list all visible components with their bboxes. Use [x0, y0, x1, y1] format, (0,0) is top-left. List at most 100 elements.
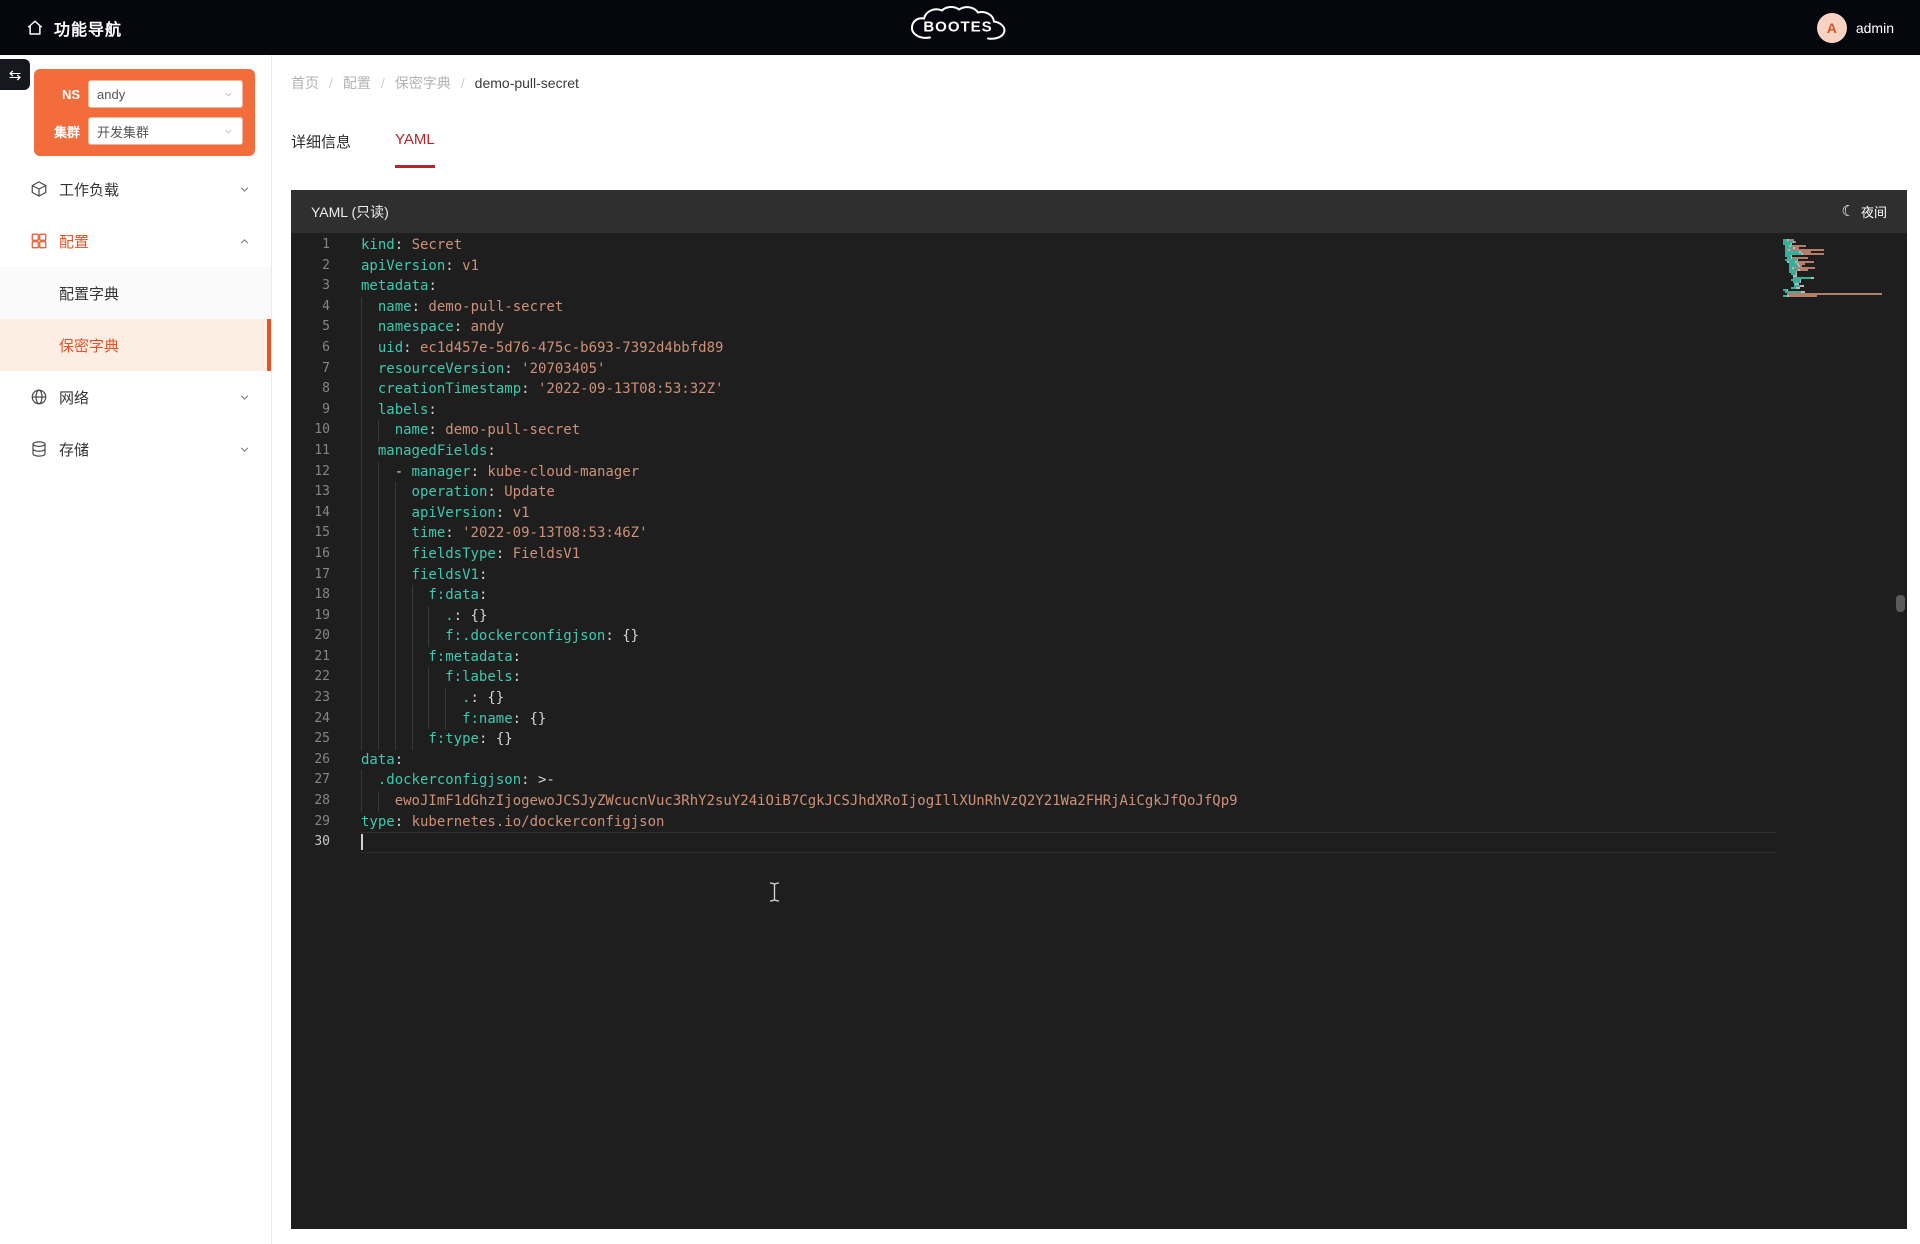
line-number: 5: [291, 317, 361, 338]
code-line: creationTimestamp: '2022-09-13T08:53:32Z…: [361, 379, 1777, 400]
code-line: resourceVersion: '20703405': [361, 359, 1777, 380]
code-line: .: {}: [361, 606, 1777, 627]
code-line: metadata:: [361, 276, 1777, 297]
sidebar-item-config[interactable]: 配置: [0, 215, 271, 267]
cluster-select[interactable]: 开发集群: [88, 117, 243, 145]
sidebar-menu: 工作负载 配置 配置字典 保密字典 网络: [0, 163, 271, 475]
line-number: 8: [291, 379, 361, 400]
line-number: 6: [291, 338, 361, 359]
line-number: 25: [291, 729, 361, 750]
main-content: 首页 配置 保密字典 demo-pull-secret 详细信息 YAML YA…: [272, 55, 1920, 1244]
code-line: fieldsV1:: [361, 565, 1777, 586]
line-number: 30: [291, 832, 361, 853]
code-line: f:name: {}: [361, 709, 1777, 730]
tab-details[interactable]: 详细信息: [291, 131, 351, 168]
chevron-up-icon: [238, 235, 251, 248]
code-line: name: demo-pull-secret: [361, 420, 1777, 441]
code-line: .: {}: [361, 688, 1777, 709]
line-number: 27: [291, 770, 361, 791]
home-icon: [26, 19, 44, 37]
code-line: apiVersion: v1: [361, 503, 1777, 524]
moon-icon: ☾: [1842, 204, 1855, 219]
night-mode-toggle[interactable]: ☾ 夜间: [1842, 202, 1887, 221]
sidebar-item-workloads[interactable]: 工作负载: [0, 163, 271, 215]
user-menu[interactable]: A admin: [1817, 13, 1894, 43]
chevron-down-icon: [223, 126, 234, 137]
line-number: 26: [291, 750, 361, 771]
collapse-sidebar-button[interactable]: ⇆: [0, 59, 30, 90]
gutter: 1234567891011121314151617181920212223242…: [291, 235, 361, 853]
collapse-icon: ⇆: [9, 66, 22, 84]
code-line: f:metadata:: [361, 647, 1777, 668]
sidebar-item-label: 工作负载: [59, 179, 238, 200]
code-line: fieldsType: FieldsV1: [361, 544, 1777, 565]
night-mode-label: 夜间: [1861, 202, 1887, 221]
code-line: f:.dockerconfigjson: {}: [361, 626, 1777, 647]
namespace-value: andy: [97, 87, 125, 102]
code-line: time: '2022-09-13T08:53:46Z': [361, 523, 1777, 544]
code-line: [361, 832, 1777, 853]
sidebar-item-configmap[interactable]: 配置字典: [0, 267, 271, 319]
editor-header: YAML (只读) ☾ 夜间: [291, 190, 1907, 233]
sidebar-item-secret[interactable]: 保密字典: [0, 319, 271, 371]
tab-yaml[interactable]: YAML: [395, 131, 435, 168]
code-line: operation: Update: [361, 482, 1777, 503]
sidebar-item-network[interactable]: 网络: [0, 371, 271, 423]
line-number: 22: [291, 667, 361, 688]
line-number: 18: [291, 585, 361, 606]
code-line: labels:: [361, 400, 1777, 421]
code-line: .dockerconfigjson: >-: [361, 770, 1777, 791]
line-number: 23: [291, 688, 361, 709]
line-number: 9: [291, 400, 361, 421]
chevron-down-icon: [238, 443, 251, 456]
code-line: apiVersion: v1: [361, 256, 1777, 277]
yaml-editor-panel: YAML (只读) ☾ 夜间 1234567891011121314151617…: [291, 190, 1907, 1229]
namespace-select[interactable]: andy: [88, 80, 243, 108]
avatar: A: [1817, 13, 1847, 43]
line-number: 19: [291, 606, 361, 627]
line-number: 1: [291, 235, 361, 256]
svg-text:BOOTES: BOOTES: [923, 18, 992, 35]
code-line: namespace: andy: [361, 317, 1777, 338]
code-line: managedFields:: [361, 441, 1777, 462]
namespace-label: NS: [46, 87, 80, 102]
breadcrumb-config[interactable]: 配置: [343, 73, 371, 93]
sidebar-item-storage[interactable]: 存储: [0, 423, 271, 475]
editor-scrollbar-thumb[interactable]: [1896, 595, 1905, 612]
tab-bar: 详细信息 YAML: [291, 131, 435, 168]
breadcrumb-secret[interactable]: 保密字典: [395, 73, 451, 93]
chevron-down-icon: [238, 391, 251, 404]
line-number: 13: [291, 482, 361, 503]
line-number: 10: [291, 420, 361, 441]
line-number: 21: [291, 647, 361, 668]
line-number: 28: [291, 791, 361, 812]
code-line: f:labels:: [361, 667, 1777, 688]
code-lines: kind: SecretapiVersion: v1metadata:name:…: [361, 235, 1777, 853]
nav-home[interactable]: 功能导航: [26, 16, 122, 40]
text-caret: [361, 834, 363, 850]
breadcrumb-separator: [461, 75, 465, 91]
line-number: 20: [291, 626, 361, 647]
top-header: 功能导航 BOOTES A admin: [0, 0, 1920, 55]
line-number: 17: [291, 565, 361, 586]
code-line: uid: ec1d457e-5d76-475c-b693-7392d4bbfd8…: [361, 338, 1777, 359]
cluster-row: 集群 开发集群: [46, 117, 243, 145]
line-number: 24: [291, 709, 361, 730]
cluster-label: 集群: [46, 122, 80, 141]
breadcrumb-home[interactable]: 首页: [291, 73, 319, 93]
yaml-code[interactable]: 1234567891011121314151617181920212223242…: [291, 233, 1907, 1229]
editor-title: YAML (只读): [311, 202, 389, 222]
breadcrumb-current: demo-pull-secret: [475, 75, 579, 91]
line-number: 16: [291, 544, 361, 565]
namespace-row: NS andy: [46, 80, 243, 108]
network-icon: [30, 388, 48, 406]
chevron-down-icon: [238, 183, 251, 196]
minimap[interactable]: [1783, 239, 1889, 299]
mouse-cursor-icon: [768, 881, 781, 907]
bootes-logo: BOOTES: [900, 4, 1020, 51]
submenu-item-label: 配置字典: [59, 283, 119, 304]
chevron-down-icon: [223, 89, 234, 100]
context-panel: NS andy 集群 开发集群: [34, 69, 255, 156]
line-number: 7: [291, 359, 361, 380]
line-number: 4: [291, 297, 361, 318]
